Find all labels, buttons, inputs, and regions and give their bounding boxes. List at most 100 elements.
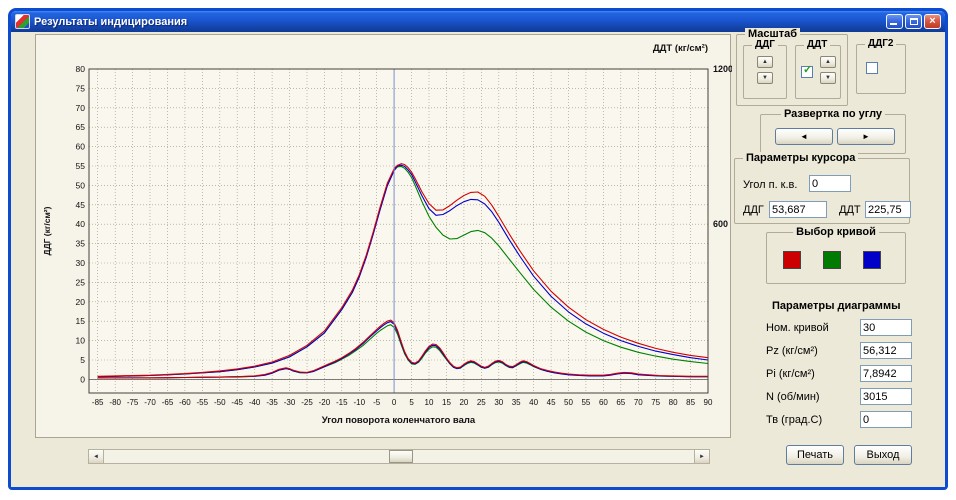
ddg-scale-up-button[interactable]: ▲ <box>757 56 773 68</box>
svg-text:-65: -65 <box>162 398 174 407</box>
svg-text:35: 35 <box>76 239 86 249</box>
minimize-button[interactable] <box>886 14 903 29</box>
svg-text:5: 5 <box>409 398 414 407</box>
svg-text:ДДГ (кг/см²): ДДГ (кг/см²) <box>42 206 52 255</box>
diagram-row-label: Ном. кривой <box>766 322 829 334</box>
scroll-left-button[interactable]: ◄ <box>89 450 104 463</box>
cursor-ddt-label: ДДТ <box>839 204 861 216</box>
svg-text:55: 55 <box>581 398 590 407</box>
svg-text:70: 70 <box>634 398 643 407</box>
svg-text:ДДТ (кг/см²): ДДТ (кг/см²) <box>653 43 708 54</box>
chart-panel: -85-80-75-70-65-60-55-50-45-40-35-30-25-… <box>35 34 731 438</box>
svg-text:-55: -55 <box>197 398 209 407</box>
svg-text:10: 10 <box>425 398 434 407</box>
scroll-thumb[interactable] <box>389 450 413 463</box>
curve-green-swatch[interactable] <box>823 251 841 269</box>
svg-text:-25: -25 <box>301 398 313 407</box>
title-bar[interactable]: Результаты индицирования × <box>11 11 945 32</box>
svg-text:35: 35 <box>512 398 521 407</box>
app-window: Результаты индицирования × -85-80-75-70-… <box>8 8 948 490</box>
maximize-icon <box>910 18 918 25</box>
svg-text:-80: -80 <box>109 398 121 407</box>
svg-text:-10: -10 <box>354 398 366 407</box>
diagram-curve-number-field[interactable] <box>860 319 912 336</box>
svg-text:60: 60 <box>599 398 608 407</box>
diagram-row-label: Тв (град.С) <box>766 414 822 426</box>
ddg-scale-down-button[interactable]: ▼ <box>757 72 773 84</box>
ddg2-checkbox[interactable] <box>866 62 878 74</box>
svg-text:1200: 1200 <box>713 64 732 74</box>
check-icon: ✓ <box>803 63 812 76</box>
svg-text:65: 65 <box>616 398 625 407</box>
svg-text:20: 20 <box>76 297 86 307</box>
ddt-scale-down-button[interactable]: ▼ <box>820 72 836 84</box>
minimize-icon <box>890 23 897 25</box>
svg-text:-15: -15 <box>336 398 348 407</box>
window-controls: × <box>886 14 941 29</box>
svg-text:25: 25 <box>477 398 486 407</box>
cursor-angle-label: Угол п. к.в. <box>743 179 797 191</box>
svg-text:45: 45 <box>547 398 556 407</box>
diagram-row-label: Pz (кг/см²) <box>766 345 818 357</box>
window-title: Результаты индицирования <box>34 16 886 28</box>
svg-text:75: 75 <box>651 398 660 407</box>
print-button[interactable]: Печать <box>786 445 844 465</box>
scroll-right-button[interactable]: ► <box>694 450 709 463</box>
scale-group: Масштаб ДДГ ▲ ▼ ДДТ ✓ ▲ ▼ <box>736 34 848 106</box>
svg-text:20: 20 <box>459 398 468 407</box>
ddg-scale-label: ДДГ <box>752 39 778 51</box>
diagram-pi-field[interactable] <box>860 365 912 382</box>
ddt-scale-subgroup: ДДТ ✓ ▲ ▼ <box>795 45 841 99</box>
svg-text:-35: -35 <box>266 398 278 407</box>
ddg2-label: ДДГ2 <box>865 38 896 50</box>
curve-red-swatch[interactable] <box>783 251 801 269</box>
close-button[interactable]: × <box>924 14 941 29</box>
client-area: -85-80-75-70-65-60-55-50-45-40-35-30-25-… <box>11 32 945 487</box>
ddt-scale-up-button[interactable]: ▲ <box>820 56 836 68</box>
svg-text:80: 80 <box>669 398 678 407</box>
svg-text:-85: -85 <box>92 398 104 407</box>
sweep-group: Развертка по углу ◄ ► <box>760 114 906 154</box>
curve-blue-swatch[interactable] <box>863 251 881 269</box>
diagram-n-field[interactable] <box>860 388 912 405</box>
diagram-tv-field[interactable] <box>860 411 912 428</box>
svg-text:-75: -75 <box>127 398 139 407</box>
svg-text:40: 40 <box>76 219 86 229</box>
horizontal-scrollbar[interactable]: ◄ ► <box>88 449 710 464</box>
svg-text:80: 80 <box>76 64 86 74</box>
curve-group-title: Выбор кривой <box>793 226 879 238</box>
svg-text:-70: -70 <box>144 398 156 407</box>
diagram-row-label: Pi (кг/см²) <box>766 368 815 380</box>
indicator-chart: -85-80-75-70-65-60-55-50-45-40-35-30-25-… <box>36 35 732 439</box>
svg-text:55: 55 <box>76 161 86 171</box>
sweep-left-button[interactable]: ◄ <box>775 128 833 145</box>
scroll-track[interactable] <box>104 450 694 463</box>
maximize-button[interactable] <box>905 14 922 29</box>
ddg2-group: ДДГ2 <box>856 44 906 94</box>
svg-text:-45: -45 <box>231 398 243 407</box>
diagram-pz-field[interactable] <box>860 342 912 359</box>
sweep-group-title: Развертка по углу <box>781 108 885 120</box>
ddt-scale-checkbox[interactable]: ✓ <box>801 66 813 78</box>
cursor-ddt-field[interactable] <box>865 201 911 218</box>
cursor-ddg-field[interactable] <box>769 201 827 218</box>
svg-text:15: 15 <box>442 398 451 407</box>
svg-text:30: 30 <box>494 398 503 407</box>
cursor-group-title: Параметры курсора <box>743 152 858 164</box>
svg-text:85: 85 <box>686 398 695 407</box>
svg-text:Угол поворота коленчатого вала: Угол поворота коленчатого вала <box>322 415 476 426</box>
svg-text:25: 25 <box>76 277 86 287</box>
diagram-row-label: N (об/мин) <box>766 391 820 403</box>
svg-text:5: 5 <box>80 355 85 365</box>
svg-text:75: 75 <box>76 83 86 93</box>
svg-text:600: 600 <box>713 219 728 229</box>
app-icon <box>15 14 30 29</box>
svg-text:50: 50 <box>564 398 573 407</box>
svg-text:60: 60 <box>76 142 86 152</box>
ddt-scale-label: ДДТ <box>804 39 830 51</box>
cursor-angle-field[interactable] <box>809 175 851 192</box>
diagram-group-title: Параметры диаграммы <box>772 300 900 312</box>
svg-text:65: 65 <box>76 122 86 132</box>
sweep-right-button[interactable]: ► <box>837 128 895 145</box>
exit-button[interactable]: Выход <box>854 445 912 465</box>
